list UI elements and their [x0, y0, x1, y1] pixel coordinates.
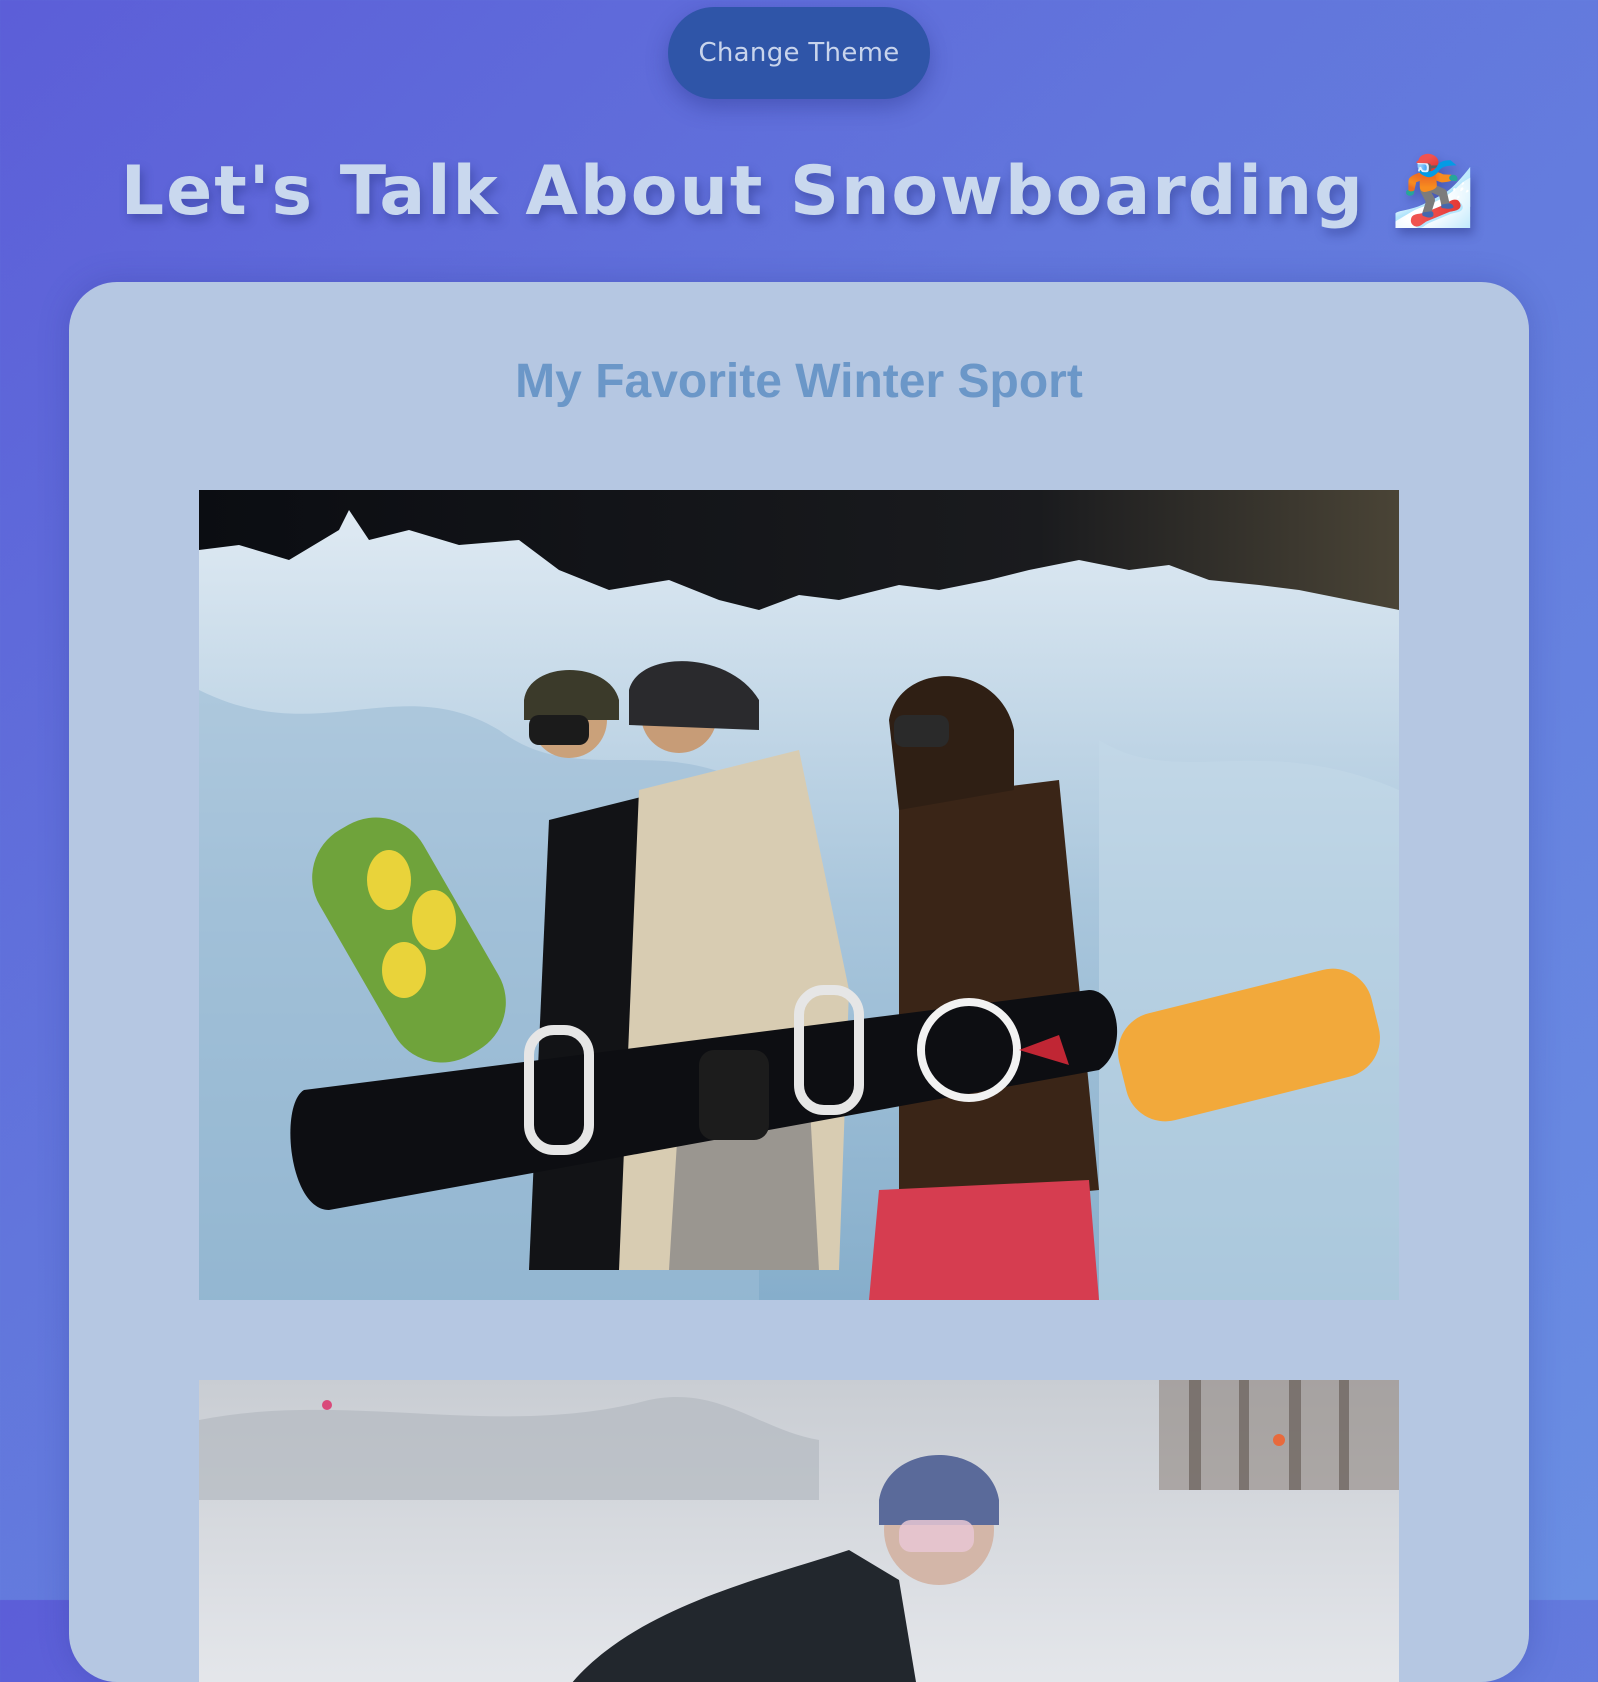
snowboarder-slope-photo — [199, 1380, 1399, 1682]
page-title: Let's Talk About Snowboarding 🏂 — [120, 152, 1478, 231]
snowboarders-photo — [199, 490, 1399, 1300]
content-card: My Favorite Winter Sport — [69, 282, 1529, 1682]
snowboarders-photo-image — [199, 490, 1399, 1300]
snowboarder-slope-image — [199, 1380, 1399, 1682]
section-heading: My Favorite Winter Sport — [515, 355, 1083, 408]
change-theme-button[interactable]: Change Theme — [668, 7, 930, 99]
